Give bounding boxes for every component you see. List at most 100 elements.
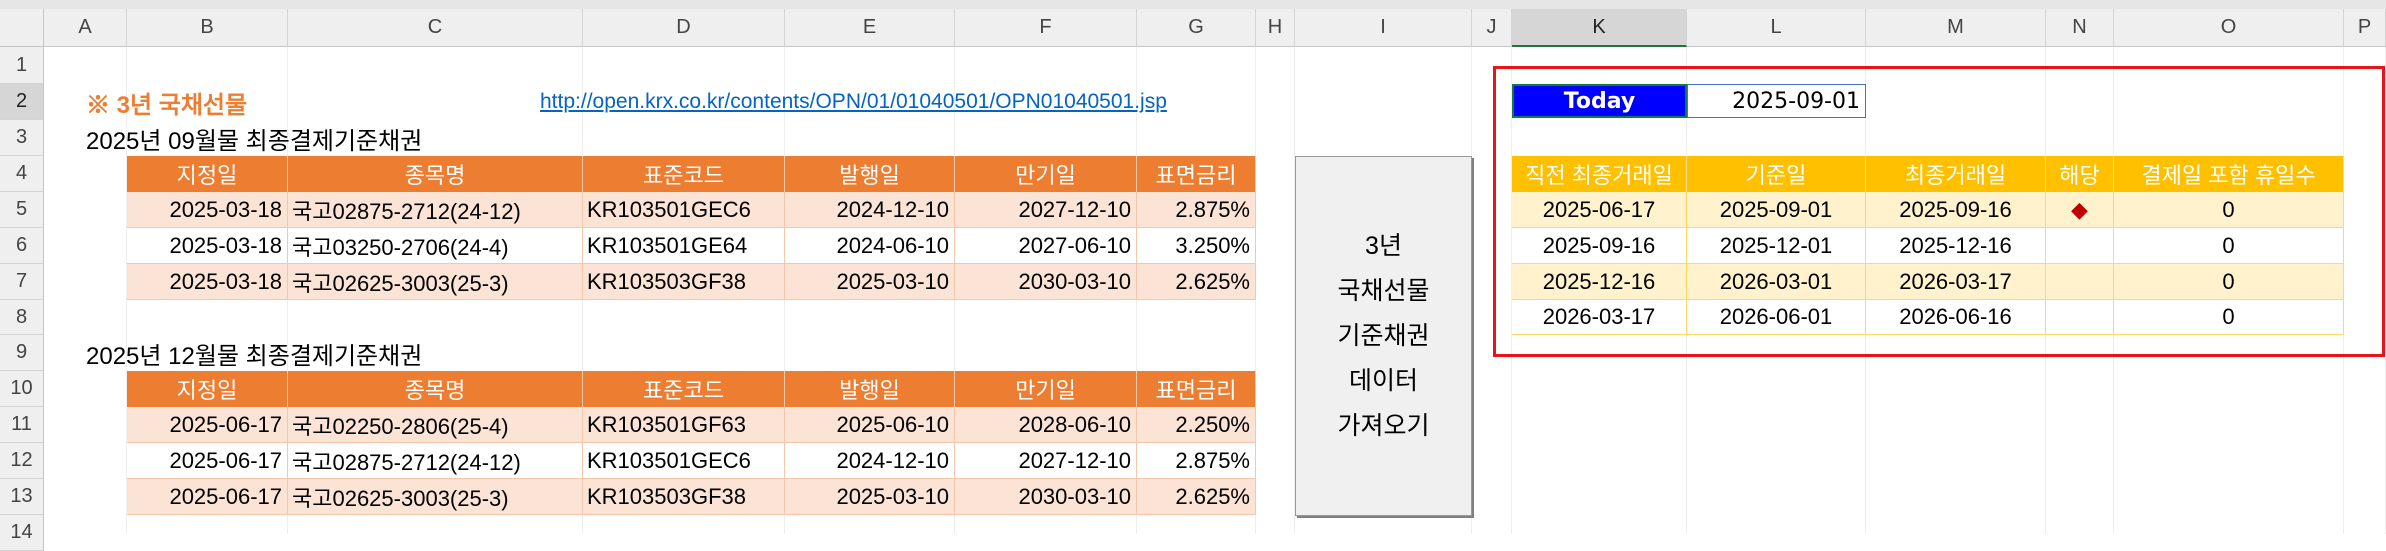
column-header-o[interactable]: O: [2114, 9, 2344, 47]
table-cell[interactable]: 2.875%: [1137, 192, 1256, 228]
row-header-14[interactable]: 14: [0, 515, 44, 551]
row-header-10[interactable]: 10: [0, 371, 44, 407]
row-header-13[interactable]: 13: [0, 479, 44, 515]
column-header-a[interactable]: A: [44, 9, 127, 47]
table-cell[interactable]: 2.250%: [1137, 407, 1256, 443]
column-header-e[interactable]: E: [785, 9, 955, 47]
table-cell[interactable]: KR103501GEC6: [583, 443, 785, 479]
row-header-1[interactable]: 1: [0, 47, 44, 84]
row-header-11[interactable]: 11: [0, 407, 44, 443]
table-cell[interactable]: 국고02875-2712(24-12): [288, 443, 583, 479]
column-header-j[interactable]: J: [1472, 9, 1512, 47]
table-cell[interactable]: 국고02625-3003(25-3): [288, 479, 583, 515]
table-cell[interactable]: 국고02625-3003(25-3): [288, 264, 583, 300]
row-header-9[interactable]: 9: [0, 335, 44, 371]
schedule-cell[interactable]: 2026-03-01: [1687, 264, 1866, 300]
table-cell[interactable]: 2030-03-10: [955, 479, 1137, 515]
schedule-cell[interactable]: 2026-06-01: [1687, 300, 1866, 335]
applicable-marker-cell[interactable]: [2046, 300, 2114, 335]
table-cell[interactable]: 국고02875-2712(24-12): [288, 192, 583, 228]
schedule-cell[interactable]: 2026-03-17: [1866, 264, 2046, 300]
schedule-cell[interactable]: 0: [2114, 228, 2344, 264]
schedule-cell[interactable]: 2025-09-01: [1687, 192, 1866, 228]
column-header-n[interactable]: N: [2046, 9, 2114, 47]
schedule-cell[interactable]: 2025-12-01: [1687, 228, 1866, 264]
table-cell[interactable]: KR103501GE64: [583, 228, 785, 264]
column-header-g[interactable]: G: [1137, 9, 1256, 47]
table-cell[interactable]: 2024-06-10: [785, 228, 955, 264]
table-cell[interactable]: 2.625%: [1137, 264, 1256, 300]
table-cell[interactable]: 국고03250-2706(24-4): [288, 228, 583, 264]
table-cell[interactable]: 2025-03-10: [785, 264, 955, 300]
row-header-12[interactable]: 12: [0, 443, 44, 479]
schedule-cell[interactable]: 2025-09-16: [1866, 192, 2046, 228]
row-header-6[interactable]: 6: [0, 228, 44, 264]
column-header-c[interactable]: C: [288, 9, 583, 47]
column-header-m[interactable]: M: [1866, 9, 2046, 47]
table-cell[interactable]: 2025-03-18: [127, 264, 288, 300]
table-header-cell: 표준코드: [583, 156, 785, 192]
row-header-2[interactable]: 2: [0, 84, 44, 120]
column-header-l[interactable]: L: [1687, 9, 1866, 47]
applicable-marker-cell[interactable]: [2046, 228, 2114, 264]
table-cell[interactable]: 2025-03-10: [785, 479, 955, 515]
fetch-button-line: 데이터: [1348, 366, 1418, 395]
table-cell[interactable]: 2027-12-10: [955, 192, 1137, 228]
table-header-cell: 종목명: [288, 156, 583, 192]
row-header-4[interactable]: 4: [0, 156, 44, 192]
table-header-cell: 지정일: [127, 156, 288, 192]
schedule-cell[interactable]: 2026-06-16: [1866, 300, 2046, 335]
column-header-b[interactable]: B: [127, 9, 288, 47]
schedule-cell[interactable]: 2025-06-17: [1512, 192, 1687, 228]
applicable-marker-cell[interactable]: [2046, 264, 2114, 300]
schedule-cell[interactable]: 2025-09-16: [1512, 228, 1687, 264]
table-header-cell: 표준코드: [583, 371, 785, 407]
table-cell[interactable]: 2025-06-17: [127, 479, 288, 515]
row-header-3[interactable]: 3: [0, 120, 44, 156]
table-cell[interactable]: 2025-03-18: [127, 228, 288, 264]
table-cell[interactable]: 2025-06-10: [785, 407, 955, 443]
table-cell[interactable]: 2.625%: [1137, 479, 1256, 515]
select-all-corner[interactable]: [0, 9, 44, 47]
column-header-h[interactable]: H: [1256, 9, 1295, 47]
table-cell[interactable]: 2024-12-10: [785, 192, 955, 228]
table-cell[interactable]: 3.250%: [1137, 228, 1256, 264]
schedule-cell[interactable]: 0: [2114, 300, 2344, 335]
row-header-5[interactable]: 5: [0, 192, 44, 228]
table-cell[interactable]: KR103503GF38: [583, 264, 785, 300]
table-cell[interactable]: KR103501GEC6: [583, 192, 785, 228]
column-header-i[interactable]: I: [1295, 9, 1472, 47]
spreadsheet: ABCDEFGHIJKLMNOP 1 2 3 4 5 6 7 8 9 10 11 12 13 14 ※ 3…: [0, 0, 2386, 551]
schedule-cell[interactable]: 0: [2114, 192, 2344, 228]
table-cell[interactable]: 2024-12-10: [785, 443, 955, 479]
column-header-d[interactable]: D: [583, 9, 785, 47]
section2-title: 2025년 12월물 최종결제기준채권: [86, 342, 423, 370]
today-value[interactable]: 2025-09-01: [1687, 84, 1866, 118]
column-header-f[interactable]: F: [955, 9, 1137, 47]
table-cell[interactable]: 2025-06-17: [127, 443, 288, 479]
table-cell[interactable]: 2027-06-10: [955, 228, 1137, 264]
column-header-k[interactable]: K: [1512, 9, 1687, 47]
table-cell[interactable]: 2028-06-10: [955, 407, 1137, 443]
row-header-8[interactable]: 8: [0, 300, 44, 335]
table-cell[interactable]: 2027-12-10: [955, 443, 1137, 479]
krx-source-link[interactable]: http://open.krx.co.kr/contents/OPN/01/01…: [540, 84, 1167, 120]
schedule-header-cell: 결제일 포함 휴일수: [2114, 156, 2344, 192]
table-cell[interactable]: 2025-03-18: [127, 192, 288, 228]
fetch-button-line: 가져오기: [1337, 411, 1430, 440]
table-cell[interactable]: KR103503GF38: [583, 479, 785, 515]
schedule-cell[interactable]: 2026-03-17: [1512, 300, 1687, 335]
schedule-cell[interactable]: 0: [2114, 264, 2344, 300]
schedule-cell[interactable]: 2025-12-16: [1512, 264, 1687, 300]
fetch-bond-data-button[interactable]: 3년 국채선물 기준채권 데이터 가져오기: [1295, 156, 1472, 516]
applicable-marker-cell[interactable]: ◆: [2046, 192, 2114, 228]
table-cell[interactable]: KR103501GF63: [583, 407, 785, 443]
table-cell[interactable]: 2025-06-17: [127, 407, 288, 443]
table-cell[interactable]: 2030-03-10: [955, 264, 1137, 300]
table-header-cell: 발행일: [785, 371, 955, 407]
column-header-p[interactable]: P: [2344, 9, 2386, 47]
row-header-7[interactable]: 7: [0, 264, 44, 300]
table-cell[interactable]: 국고02250-2806(25-4): [288, 407, 583, 443]
schedule-cell[interactable]: 2025-12-16: [1866, 228, 2046, 264]
table-cell[interactable]: 2.875%: [1137, 443, 1256, 479]
